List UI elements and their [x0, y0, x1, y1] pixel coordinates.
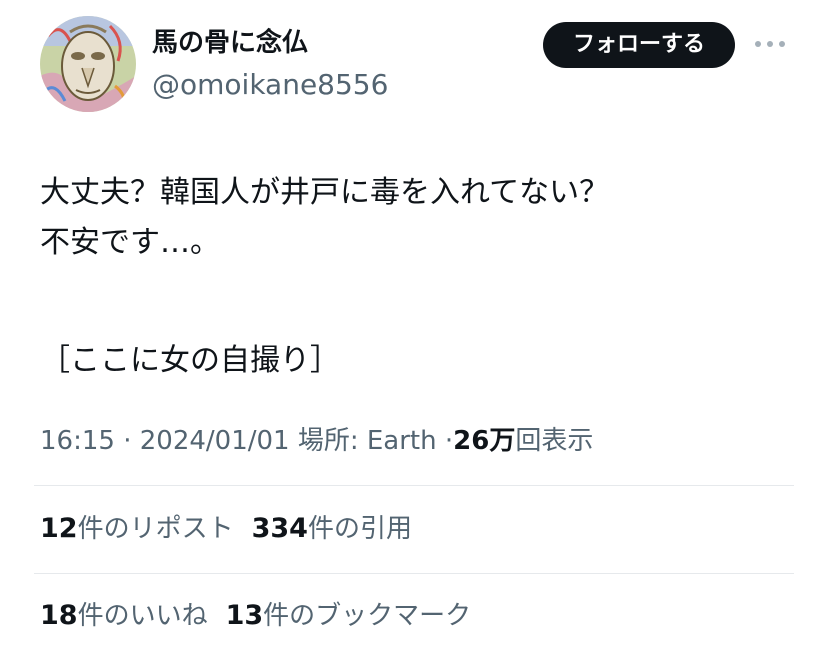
tweet-date[interactable]: 2024/01/01 — [140, 426, 290, 456]
divider — [34, 485, 794, 486]
divider — [34, 573, 794, 574]
quotes-count: 334 — [251, 513, 308, 544]
avatar-illustration — [40, 16, 136, 112]
avatar[interactable] — [40, 16, 136, 112]
meta-separator: · — [123, 426, 132, 456]
tweet-location: 場所: Earth — [297, 426, 437, 456]
meta-separator: · — [444, 426, 454, 456]
tweet-line: 大丈夫？韓国人が井戸に毒を入れてない？ — [40, 175, 610, 210]
views-label: 回表示 — [515, 426, 594, 456]
tweet-text: 大丈夫？韓国人が井戸に毒を入れてない？ 不安です…。 ［ここに女の自撮り］ — [40, 168, 609, 386]
stats-row-reposts: 12件のリポスト 334件の引用 — [40, 509, 430, 549]
author-display-name[interactable]: 馬の骨に念仏 — [152, 26, 308, 60]
reposts-count: 12 — [40, 513, 78, 544]
bookmarks-label: 件のブックマーク — [263, 601, 472, 631]
tweet-meta: 16:15 · 2024/01/01 場所: Earth ·26万回表示 — [40, 421, 593, 461]
bookmarks-count: 13 — [225, 600, 264, 631]
author-handle[interactable]: @omoikane8556 — [152, 68, 388, 102]
likes-label: 件のいいね — [77, 601, 208, 631]
quotes-label: 件の引用 — [307, 514, 412, 544]
bookmarks-stat[interactable]: 13件のブックマーク — [226, 596, 472, 636]
reposts-label: 件のリポスト — [77, 514, 234, 544]
reposts-stat[interactable]: 12件のリポスト — [40, 509, 234, 549]
tweet-line: ［ここに女の自撮り］ — [40, 343, 340, 378]
follow-button[interactable]: フォローする — [543, 22, 735, 68]
quotes-stat[interactable]: 334件の引用 — [252, 509, 412, 549]
likes-stat[interactable]: 18件のいいね — [40, 596, 208, 636]
ellipsis-icon[interactable] — [752, 34, 788, 54]
likes-count: 18 — [40, 600, 78, 631]
tweet-time[interactable]: 16:15 — [40, 426, 115, 456]
tweet-line: 不安です…。 — [40, 225, 220, 260]
views-count[interactable]: 26万 — [453, 426, 515, 456]
stats-row-likes: 18件のいいね 13件のブックマーク — [40, 596, 489, 636]
